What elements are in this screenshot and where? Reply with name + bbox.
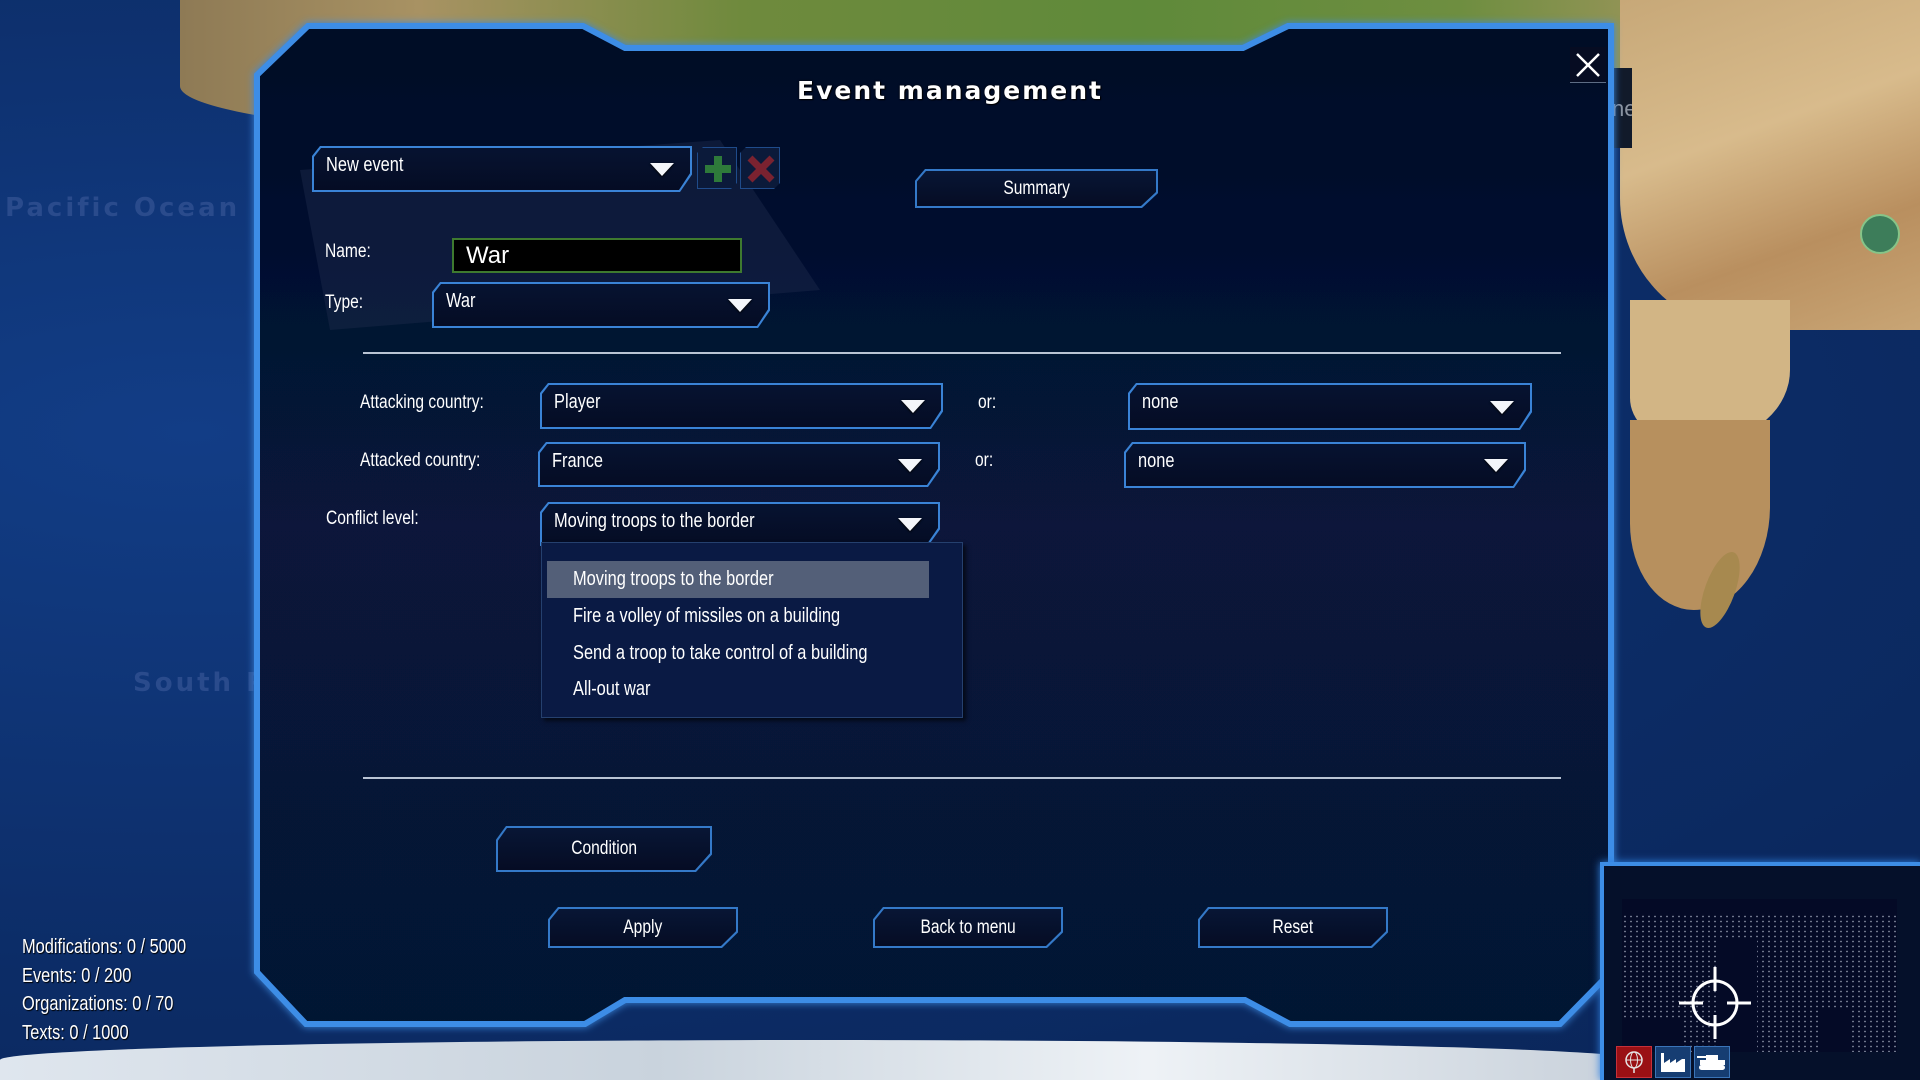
tank-button[interactable] (1694, 1046, 1730, 1078)
reset-button-label: Reset (1272, 916, 1314, 938)
attacking-or-label: or: (978, 392, 997, 413)
apply-button[interactable]: Apply (548, 907, 738, 948)
conflict-level-dropdown[interactable]: Moving troops to the border (540, 502, 940, 546)
tank-icon (1697, 1055, 1725, 1070)
apply-button-label: Apply (623, 916, 663, 938)
event-select-dropdown[interactable]: New event (312, 146, 692, 192)
conflict-level-label: Conflict level: (326, 508, 419, 529)
conflict-level-value: Moving troops to the border (554, 510, 755, 532)
event-select-value: New event (326, 154, 404, 176)
name-input[interactable] (452, 238, 742, 273)
crosshair-icon[interactable] (1679, 967, 1751, 1039)
attacked-or-label: or: (975, 450, 994, 471)
chevron-down-icon (728, 299, 752, 312)
minimap-panel (1600, 862, 1920, 1080)
condition-button[interactable]: Condition (496, 826, 712, 872)
attacking-country-value: Player (554, 391, 601, 413)
conflict-level-options: Moving troops to the border Fire a volle… (541, 542, 963, 718)
modification-stats: Modifications: 0 / 5000 Events: 0 / 200 … (22, 936, 222, 1050)
delete-event-button[interactable] (740, 147, 780, 189)
attacked-country-label: Attacked country: (360, 450, 481, 471)
attacking-country-alt-value: none (1142, 391, 1179, 413)
type-label: Type: (325, 292, 364, 313)
close-button[interactable] (1570, 47, 1606, 83)
stat-texts: Texts: 0 / 1000 (22, 1021, 129, 1044)
divider-top (363, 352, 1561, 354)
chevron-down-icon (901, 400, 925, 413)
panel-title: Event management (797, 76, 1103, 105)
minimap[interactable] (1622, 899, 1897, 1052)
x-icon (745, 153, 777, 185)
condition-button-label: Condition (571, 838, 637, 859)
stat-events: Events: 0 / 200 (22, 964, 132, 987)
chevron-down-icon (1484, 459, 1508, 472)
minimap-mode-buttons (1616, 1046, 1730, 1078)
attacking-country-dropdown[interactable]: Player (540, 383, 943, 429)
divider-bottom (363, 777, 1561, 779)
back-to-menu-button-label: Back to menu (920, 916, 1016, 938)
conflict-option[interactable]: Moving troops to the border (547, 561, 929, 598)
close-icon (1576, 53, 1600, 77)
factory-icon (1661, 1053, 1685, 1072)
add-event-button[interactable] (697, 147, 737, 189)
attacked-country-dropdown[interactable]: France (538, 442, 940, 487)
stat-organizations: Organizations: 0 / 70 (22, 993, 174, 1015)
stat-modifications: Modifications: 0 / 5000 (22, 936, 187, 958)
name-label: Name: (325, 241, 371, 262)
chevron-down-icon (898, 459, 922, 472)
attacking-country-alt-dropdown[interactable]: none (1128, 383, 1532, 430)
conflict-option[interactable]: All-out war (547, 671, 929, 708)
reset-button[interactable]: Reset (1198, 907, 1388, 948)
chevron-down-icon (898, 518, 922, 531)
conflict-option[interactable]: Send a troop to take control of a buildi… (547, 635, 929, 672)
factory-button[interactable] (1655, 1046, 1691, 1078)
conflict-option[interactable]: Fire a volley of missiles on a building (547, 598, 929, 635)
type-value: War (446, 290, 476, 312)
attacking-country-label: Attacking country: (360, 392, 484, 413)
back-to-menu-button[interactable]: Back to menu (873, 907, 1063, 948)
plus-icon (702, 153, 734, 185)
summary-button[interactable]: Summary (915, 169, 1158, 208)
type-dropdown[interactable]: War (432, 282, 770, 328)
attacked-country-value: France (552, 450, 604, 472)
globe-button[interactable] (1616, 1046, 1652, 1078)
chevron-down-icon (1490, 401, 1514, 414)
globe-icon (1625, 1051, 1643, 1073)
attacked-country-alt-dropdown[interactable]: none (1124, 442, 1526, 488)
attacked-country-alt-value: none (1138, 450, 1175, 472)
chevron-down-icon (650, 163, 674, 176)
summary-button-label: Summary (1003, 177, 1070, 199)
